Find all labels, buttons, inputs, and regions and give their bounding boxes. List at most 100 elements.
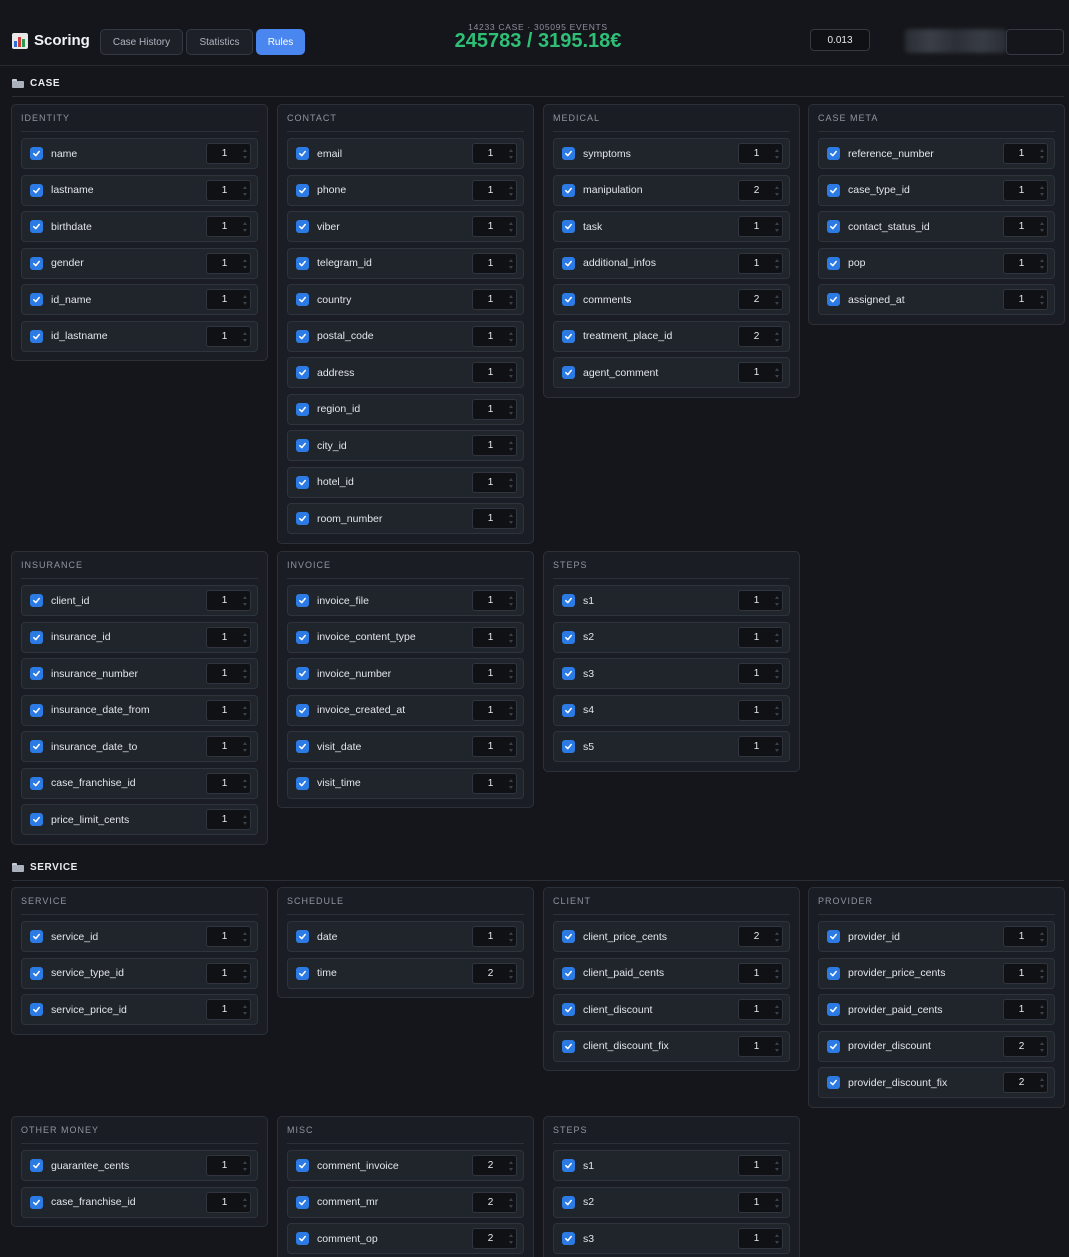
field-checkbox[interactable] [562, 1195, 575, 1209]
field-checkbox[interactable] [30, 966, 43, 980]
weight-input[interactable]: 2 [472, 962, 517, 984]
tab-statistics[interactable]: Statistics [186, 29, 253, 55]
stepper-arrows-icon[interactable] [509, 185, 513, 196]
stepper-arrows-icon[interactable] [243, 705, 247, 716]
weight-input[interactable]: 2 [738, 289, 783, 310]
stepper-arrows-icon[interactable] [509, 368, 513, 378]
field-checkbox[interactable] [296, 594, 309, 607]
field-checkbox[interactable] [30, 220, 43, 233]
weight-input[interactable]: 1 [738, 699, 783, 721]
weight-input[interactable]: 1 [206, 143, 251, 164]
weight-input[interactable]: 1 [472, 590, 517, 611]
weight-input[interactable]: 1 [1003, 216, 1048, 237]
weight-input[interactable]: 1 [472, 508, 517, 529]
stepper-arrows-icon[interactable] [243, 222, 247, 232]
field-checkbox[interactable] [30, 630, 43, 644]
stepper-arrows-icon[interactable] [243, 596, 247, 606]
field-checkbox[interactable] [30, 1195, 43, 1209]
field-checkbox[interactable] [562, 703, 575, 717]
field-checkbox[interactable] [562, 256, 575, 270]
stepper-arrows-icon[interactable] [509, 705, 513, 716]
field-checkbox[interactable] [296, 740, 309, 753]
stepper-arrows-icon[interactable] [509, 404, 513, 415]
weight-input[interactable]: 1 [472, 179, 517, 201]
weight-input[interactable]: 1 [738, 663, 783, 684]
field-checkbox[interactable] [30, 293, 43, 306]
field-checkbox[interactable] [562, 966, 575, 980]
stepper-arrows-icon[interactable] [775, 258, 779, 269]
stepper-arrows-icon[interactable] [509, 968, 513, 979]
stepper-arrows-icon[interactable] [509, 632, 513, 643]
stepper-arrows-icon[interactable] [243, 295, 247, 305]
field-checkbox[interactable] [296, 439, 309, 452]
field-checkbox[interactable] [30, 667, 43, 680]
weight-input[interactable]: 1 [472, 736, 517, 757]
field-checkbox[interactable] [827, 930, 840, 943]
weight-input[interactable]: 1 [738, 1155, 783, 1176]
field-checkbox[interactable] [296, 667, 309, 680]
field-checkbox[interactable] [30, 256, 43, 270]
stepper-arrows-icon[interactable] [1040, 932, 1044, 942]
weight-input[interactable]: 2 [1003, 1072, 1048, 1093]
weight-input[interactable]: 1 [206, 772, 251, 794]
weight-input[interactable]: 2 [738, 179, 783, 201]
weight-input[interactable]: 1 [472, 626, 517, 648]
field-checkbox[interactable] [296, 966, 309, 980]
weight-input[interactable]: 1 [206, 926, 251, 947]
field-checkbox[interactable] [827, 1076, 840, 1089]
weight-input[interactable]: 1 [206, 590, 251, 611]
field-checkbox[interactable] [562, 740, 575, 753]
stepper-arrows-icon[interactable] [775, 1234, 779, 1244]
stepper-arrows-icon[interactable] [243, 1161, 247, 1171]
stepper-arrows-icon[interactable] [509, 295, 513, 305]
weight-input[interactable]: 2 [472, 1228, 517, 1249]
field-checkbox[interactable] [296, 256, 309, 270]
weight-input[interactable]: 1 [206, 325, 251, 347]
weight-input[interactable]: 2 [472, 1191, 517, 1213]
weight-input[interactable]: 1 [1003, 926, 1048, 947]
field-checkbox[interactable] [296, 329, 309, 343]
field-checkbox[interactable] [296, 776, 309, 790]
field-checkbox[interactable] [296, 703, 309, 717]
weight-input[interactable]: 1 [206, 1155, 251, 1176]
field-checkbox[interactable] [296, 930, 309, 943]
weight-input[interactable]: 1 [206, 626, 251, 648]
stepper-arrows-icon[interactable] [509, 441, 513, 451]
weight-input[interactable]: 1 [472, 471, 517, 493]
field-checkbox[interactable] [30, 1159, 43, 1172]
field-checkbox[interactable] [562, 667, 575, 680]
weight-input[interactable]: 1 [738, 736, 783, 757]
field-checkbox[interactable] [827, 147, 840, 160]
weight-input[interactable]: 1 [738, 626, 783, 648]
field-checkbox[interactable] [562, 594, 575, 607]
weight-input[interactable]: 2 [738, 926, 783, 947]
field-checkbox[interactable] [827, 966, 840, 980]
weight-input[interactable]: 1 [472, 663, 517, 684]
field-checkbox[interactable] [30, 1003, 43, 1016]
stepper-arrows-icon[interactable] [509, 742, 513, 752]
stepper-arrows-icon[interactable] [243, 258, 247, 269]
stepper-arrows-icon[interactable] [775, 968, 779, 979]
weight-input[interactable]: 1 [738, 1035, 783, 1057]
stepper-arrows-icon[interactable] [775, 742, 779, 752]
stepper-arrows-icon[interactable] [509, 149, 513, 159]
stepper-arrows-icon[interactable] [509, 222, 513, 232]
weight-input[interactable]: 1 [206, 809, 251, 830]
stepper-arrows-icon[interactable] [509, 1197, 513, 1208]
field-checkbox[interactable] [296, 475, 309, 489]
stepper-arrows-icon[interactable] [775, 222, 779, 232]
weight-input[interactable]: 1 [738, 216, 783, 237]
field-checkbox[interactable] [296, 1195, 309, 1209]
stepper-arrows-icon[interactable] [775, 705, 779, 716]
weight-input[interactable]: 1 [472, 772, 517, 794]
weight-input[interactable]: 1 [738, 362, 783, 383]
stepper-arrows-icon[interactable] [775, 1005, 779, 1015]
weight-input[interactable]: 1 [1003, 962, 1048, 984]
weight-input[interactable]: 1 [472, 398, 517, 420]
stepper-arrows-icon[interactable] [509, 258, 513, 269]
weight-input[interactable]: 1 [206, 216, 251, 237]
field-checkbox[interactable] [562, 630, 575, 644]
stepper-arrows-icon[interactable] [775, 669, 779, 679]
weight-input[interactable]: 1 [738, 962, 783, 984]
field-checkbox[interactable] [562, 220, 575, 233]
